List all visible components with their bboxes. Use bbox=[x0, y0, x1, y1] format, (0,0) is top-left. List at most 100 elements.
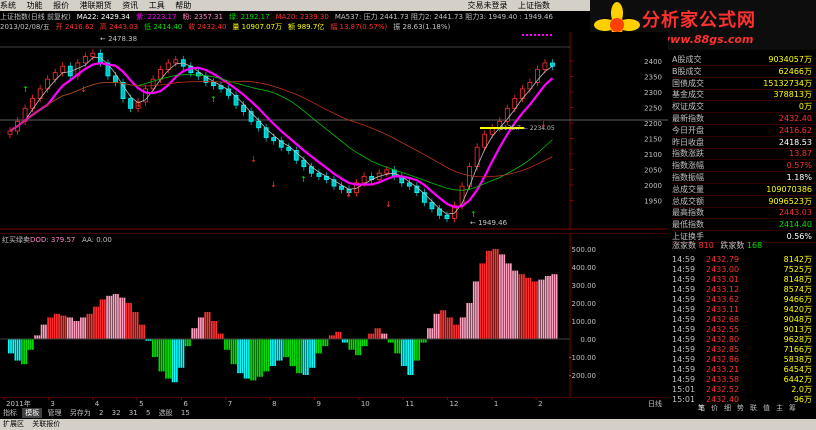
indicator-bar bbox=[335, 331, 338, 339]
indicator-bar bbox=[470, 303, 473, 339]
tab-31[interactable]: 31 bbox=[126, 408, 141, 418]
tab-manage[interactable]: 管理 bbox=[44, 408, 64, 418]
tick-volume: 8148万 bbox=[783, 275, 812, 284]
menu-futures[interactable]: 港联期货 bbox=[80, 0, 112, 11]
panel-tab[interactable]: 势 bbox=[737, 404, 744, 412]
trade-login-status[interactable]: 交易未登录 bbox=[467, 0, 507, 11]
tick-row[interactable]: 14:59 2432.86 5838万 bbox=[672, 355, 816, 365]
menu-info[interactable]: 资讯 bbox=[122, 0, 138, 11]
candle-body bbox=[52, 72, 58, 80]
indicator-bar bbox=[261, 339, 263, 377]
candle-body bbox=[406, 182, 412, 187]
indicator-chart[interactable]: 红买绿卖 DOD: 379.57 AA: 0.00 500.00 400.00 300.0… bbox=[0, 233, 668, 398]
stat-row: 权证成交 0万 bbox=[672, 102, 816, 114]
tick-row[interactable]: 14:59 2432.68 9048万 bbox=[672, 315, 816, 325]
extension-area-button[interactable]: 扩展区 bbox=[3, 420, 24, 428]
indicator-bar bbox=[352, 339, 355, 350]
indicator-value: 紫: 2223.17 bbox=[135, 13, 177, 21]
stat-value: 62466万 bbox=[778, 66, 812, 76]
x-tick-label: 9 bbox=[316, 400, 320, 407]
tab-5[interactable]: 5 bbox=[143, 408, 153, 418]
tick-price: 2433.58 bbox=[706, 375, 740, 384]
indicator-bar bbox=[496, 249, 499, 339]
indicator-bar bbox=[62, 315, 65, 339]
indicator-bar bbox=[287, 339, 290, 357]
candle-body bbox=[128, 98, 133, 109]
stat-row: 基金成交 378813万 bbox=[672, 90, 816, 102]
indicator-bar bbox=[245, 339, 248, 379]
panel-tab[interactable]: 筹 bbox=[789, 404, 796, 412]
indicator-bar bbox=[184, 339, 187, 347]
indicator-bar bbox=[468, 303, 471, 339]
tick-row[interactable]: 14:59 2433.01 8148万 bbox=[672, 275, 816, 285]
tab-stock-select[interactable]: 选股 bbox=[156, 408, 176, 418]
signal-arrow-icon: ↓ bbox=[250, 155, 257, 164]
menu-system[interactable]: 系统 bbox=[0, 0, 16, 11]
menu-function[interactable]: 功能 bbox=[27, 0, 43, 11]
candle-body bbox=[301, 159, 307, 168]
menu-tools[interactable]: 工具 bbox=[149, 0, 165, 11]
indicator-bar bbox=[232, 339, 235, 365]
tick-price: 2433.21 bbox=[706, 365, 740, 374]
tab-32[interactable]: 32 bbox=[109, 408, 124, 418]
tick-row[interactable]: 15:01 2432.52 2.0万 bbox=[672, 385, 816, 395]
tab-save-as[interactable]: 另存为 bbox=[67, 408, 94, 418]
tab-2[interactable]: 2 bbox=[96, 408, 106, 418]
tick-row[interactable]: 14:59 2432.79 8142万 bbox=[672, 255, 816, 265]
tick-row[interactable]: 14:59 2433.62 9466万 bbox=[672, 295, 816, 305]
menu-quote[interactable]: 报价 bbox=[53, 0, 69, 11]
indicator-bar bbox=[346, 339, 348, 343]
tick-row[interactable]: 14:59 2432.85 7166万 bbox=[672, 345, 816, 355]
indicator-bar bbox=[32, 339, 34, 350]
candle-body bbox=[316, 172, 322, 177]
indicator-y-label: -100.00 bbox=[569, 354, 596, 362]
tab-indicator[interactable]: 指标 bbox=[0, 408, 20, 418]
stat-label: 总成交额 bbox=[672, 196, 704, 206]
indicator-bar bbox=[472, 281, 475, 339]
panel-tab[interactable]: 值 bbox=[763, 404, 770, 412]
tick-row[interactable]: 14:59 2433.12 8574万 bbox=[672, 285, 816, 295]
indicator-bar bbox=[221, 333, 224, 339]
indicator-bar bbox=[520, 274, 523, 339]
tab-template[interactable]: 模板 bbox=[22, 408, 43, 418]
indicator-bar bbox=[119, 297, 121, 339]
stat-value: 9096523万 bbox=[768, 196, 812, 206]
indicator-bar bbox=[228, 339, 231, 350]
related-quote-button[interactable]: 关联报价 bbox=[32, 420, 60, 428]
x-tick-label: 10 bbox=[361, 400, 370, 407]
indicator-bar bbox=[272, 339, 274, 366]
indicator-bar bbox=[239, 339, 242, 374]
indicator-bar bbox=[355, 339, 357, 356]
panel-tab[interactable]: 笔 bbox=[698, 404, 705, 412]
candle-body bbox=[444, 214, 450, 219]
indicator-bar bbox=[413, 339, 416, 361]
tick-row[interactable]: 14:59 2433.58 6442万 bbox=[672, 375, 816, 385]
date-axis: 2011年 3 4 5 6 7 8 9 10 11 12 1 2 日线 bbox=[0, 397, 668, 407]
x-tick-label: 12 bbox=[450, 400, 459, 407]
tick-row[interactable]: 14:59 2433.11 9420万 bbox=[672, 305, 816, 315]
indicator-bar bbox=[516, 270, 519, 339]
tab-15[interactable]: 15 bbox=[178, 408, 193, 418]
candle-body bbox=[120, 82, 126, 100]
price-chart[interactable]: 2400 2350 2300 2250 2200 2150 2100 2050 2000 1950… bbox=[0, 32, 668, 230]
tick-row[interactable]: 14:59 2433.21 6454万 bbox=[672, 365, 816, 375]
stat-label: 指数涨跌 bbox=[672, 149, 704, 159]
tick-row[interactable]: 14:59 2433.00 7525万 bbox=[672, 265, 816, 275]
menu-help[interactable]: 帮助 bbox=[175, 0, 191, 11]
indicator-bar bbox=[518, 274, 521, 339]
tick-volume: 7166万 bbox=[783, 345, 812, 354]
indicator-bar bbox=[477, 281, 479, 339]
panel-tab[interactable]: 价 bbox=[711, 404, 718, 412]
panel-tab[interactable]: 细 bbox=[724, 404, 731, 412]
signal-arrow-icon: ↓ bbox=[270, 180, 277, 189]
tick-time: 14:59 bbox=[672, 355, 696, 364]
tick-price: 2432.55 bbox=[706, 325, 740, 334]
signal-arrow-icon: ↑ bbox=[210, 95, 217, 104]
tick-row[interactable]: 14:59 2432.80 9628万 bbox=[672, 335, 816, 345]
tick-row[interactable]: 14:59 2432.55 9013万 bbox=[672, 325, 816, 335]
panel-tab[interactable]: 主 bbox=[776, 404, 783, 412]
stat-value: 378813万 bbox=[773, 90, 812, 100]
tick-time: 14:59 bbox=[672, 285, 696, 294]
panel-tab[interactable]: 联 bbox=[750, 404, 757, 412]
indicator-aa: AA: 0.00 bbox=[82, 236, 112, 244]
